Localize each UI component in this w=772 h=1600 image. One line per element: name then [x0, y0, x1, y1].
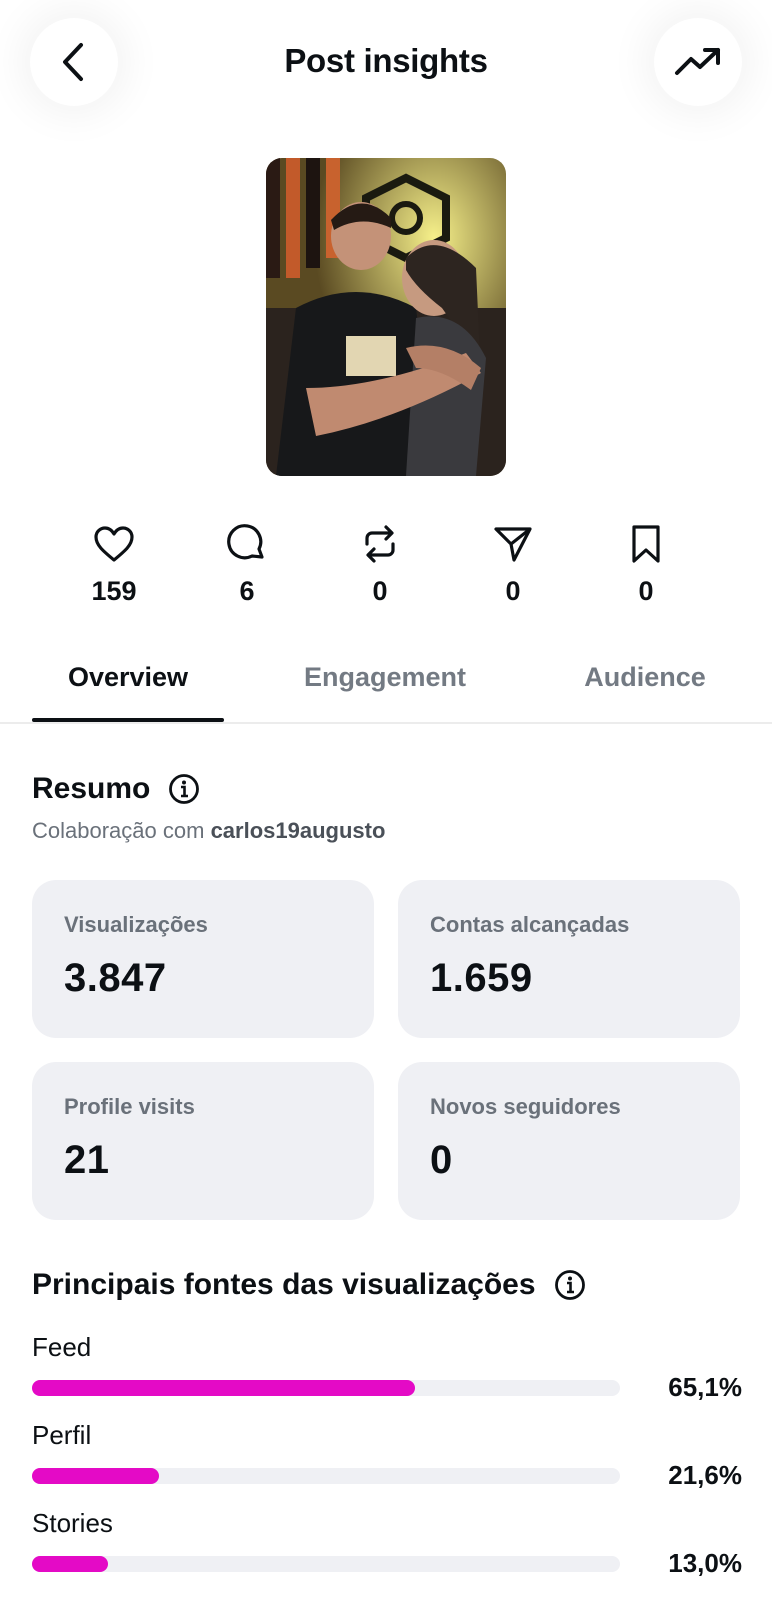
source-percent: 21,6%: [668, 1460, 742, 1490]
metric-value: 21: [64, 1138, 110, 1182]
metric-label: Visualizações: [64, 912, 208, 937]
comment-icon: [227, 524, 264, 560]
heart-icon: [94, 526, 134, 562]
active-tab-indicator: [32, 718, 224, 722]
metric-label: Contas alcançadas: [430, 912, 630, 937]
source-name: Feed: [32, 1332, 92, 1362]
tab-overview[interactable]: Overview: [32, 662, 224, 693]
collaboration-note: Colaboração com carlos19augusto: [32, 818, 385, 844]
info-icon[interactable]: [168, 773, 200, 805]
collab-username[interactable]: carlos19augusto: [211, 818, 386, 843]
collab-prefix: Colaboração com: [32, 818, 205, 843]
metric-value: 1.659: [430, 956, 533, 1000]
likes-count: 159: [91, 576, 137, 606]
source-row-feed: Feed 65,1%: [32, 1332, 742, 1402]
saves-count: 0: [638, 576, 654, 606]
metric-label: Profile visits: [64, 1094, 195, 1119]
tab-engagement[interactable]: Engagement: [280, 662, 490, 693]
source-bar-track: [32, 1556, 620, 1572]
post-photo: [266, 158, 506, 476]
source-row-stories: Stories 13,0%: [32, 1508, 742, 1578]
sources-title: Principais fontes das visualizações: [32, 1268, 536, 1301]
source-name: Stories: [32, 1508, 113, 1538]
metric-card-accounts-reached: Contas alcançadas 1.659: [398, 880, 740, 1038]
sources-heading: Principais fontes das visualizações: [32, 1268, 586, 1302]
metric-card-views: Visualizações 3.847: [32, 880, 374, 1038]
header: Post insights: [0, 0, 772, 130]
source-percent: 13,0%: [668, 1548, 742, 1578]
source-name: Perfil: [32, 1420, 92, 1450]
repost-icon: [365, 525, 395, 563]
share-icon: [494, 527, 532, 562]
source-percent: 65,1%: [668, 1372, 742, 1402]
comments-count: 6: [239, 576, 255, 606]
source-row-profile: Perfil 21,6%: [32, 1420, 742, 1490]
comments-stat[interactable]: 6: [197, 522, 297, 607]
metric-card-new-followers: Novos seguidores 0: [398, 1062, 740, 1220]
shares-count: 0: [505, 576, 521, 606]
metric-label: Novos seguidores: [430, 1094, 621, 1119]
source-bar-fill: [32, 1380, 415, 1396]
source-bar-track: [32, 1380, 620, 1396]
reposts-count: 0: [372, 576, 388, 606]
post-thumbnail[interactable]: [266, 158, 506, 476]
trend-button[interactable]: [654, 18, 742, 106]
reposts-stat[interactable]: 0: [330, 522, 430, 607]
info-icon[interactable]: [554, 1269, 586, 1301]
metric-value: 3.847: [64, 956, 167, 1000]
bookmark-icon: [632, 525, 660, 563]
insights-tabs: Overview Engagement Audience: [0, 640, 772, 724]
engagement-stats: 159 6 0 0 0: [0, 522, 772, 622]
source-bar-fill: [32, 1468, 159, 1484]
metric-card-profile-visits: Profile visits 21: [32, 1062, 374, 1220]
shares-stat[interactable]: 0: [463, 522, 563, 607]
summary-title: Resumo: [32, 772, 151, 805]
summary-heading: Resumo: [32, 772, 200, 806]
saves-stat[interactable]: 0: [596, 522, 696, 607]
source-bar-track: [32, 1468, 620, 1484]
trending-up-icon: [675, 48, 720, 75]
tab-audience[interactable]: Audience: [560, 662, 730, 693]
likes-stat[interactable]: 159: [64, 522, 164, 607]
metric-value: 0: [430, 1138, 453, 1182]
source-bar-fill: [32, 1556, 109, 1572]
